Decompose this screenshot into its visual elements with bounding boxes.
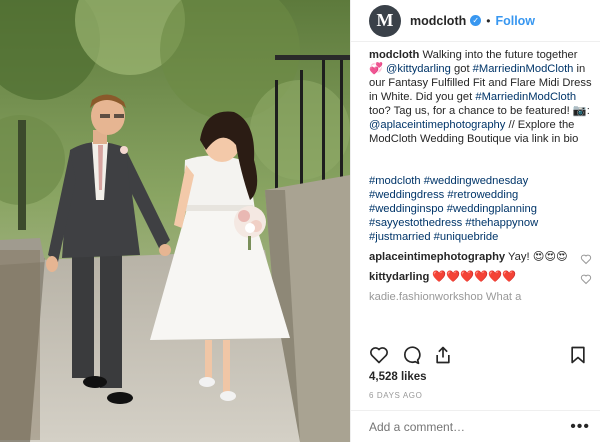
follow-button[interactable]: Follow (495, 14, 535, 28)
hashtag-link[interactable]: #MarriedinModCloth (475, 91, 576, 103)
comment-icon[interactable] (401, 345, 421, 365)
comment-username[interactable]: aplaceintimephotography (369, 251, 505, 263)
post-photo[interactable] (0, 0, 350, 442)
comment-row: aplaceintimephotography Yay! 😍😍😍 (369, 250, 592, 265)
hashtag-link[interactable]: #MarriedinModCloth (473, 63, 574, 75)
post-sidebar: M modcloth ✓ • Follow modcloth Walking i… (350, 0, 600, 442)
caption-text: Walking into the future together (419, 49, 578, 61)
caption-text: : (586, 105, 590, 117)
action-bar (369, 343, 588, 367)
more-options-icon[interactable]: ••• (570, 418, 590, 436)
caption-text: too? Tag us, for a chance to be featured… (369, 105, 573, 117)
wedding-couple-image (0, 0, 350, 442)
mention-link[interactable]: @aplaceintimephotography (369, 119, 505, 131)
avatar[interactable]: M (369, 4, 401, 37)
mention-link[interactable]: @kittydarling (386, 63, 451, 75)
heart-icon[interactable] (369, 345, 389, 365)
comment-input[interactable] (369, 419, 571, 434)
bookmark-icon[interactable] (568, 345, 588, 365)
comment-text: Yay! 😍😍😍 (505, 251, 568, 263)
caption-text: got (450, 63, 473, 75)
caption: modcloth Walking into the future togethe… (369, 48, 592, 146)
hearts-emoji: 💞 (369, 63, 383, 75)
separator-dot: • (486, 13, 491, 28)
username-link[interactable]: modcloth (410, 14, 466, 28)
instagram-post: M modcloth ✓ • Follow modcloth Walking i… (0, 0, 600, 442)
comment-username[interactable]: kittydarling (369, 271, 429, 283)
comments-section: modcloth Walking into the future togethe… (369, 48, 592, 338)
post-header: M modcloth ✓ • Follow (351, 0, 600, 42)
verified-icon: ✓ (470, 15, 482, 26)
camera-emoji: 📷 (572, 105, 587, 117)
add-comment-bar: ••• (351, 410, 600, 442)
comment-text: ❤️❤️❤️❤️❤️❤️ (429, 271, 516, 283)
caption-username[interactable]: modcloth (369, 49, 419, 61)
heart-icon[interactable] (580, 273, 592, 285)
heart-icon[interactable] (580, 253, 592, 265)
comment-row: kittydarling ❤️❤️❤️❤️❤️❤️ (369, 270, 592, 285)
partial-comment: kadie.fashionworkshop What a (369, 291, 522, 300)
caption-hashtags[interactable]: #modcloth #weddingwednesday #weddingdres… (369, 174, 592, 244)
likes-count[interactable]: 4,528 likes (369, 371, 427, 383)
timestamp[interactable]: 6 DAYS AGO (369, 391, 422, 400)
share-icon[interactable] (433, 345, 453, 365)
